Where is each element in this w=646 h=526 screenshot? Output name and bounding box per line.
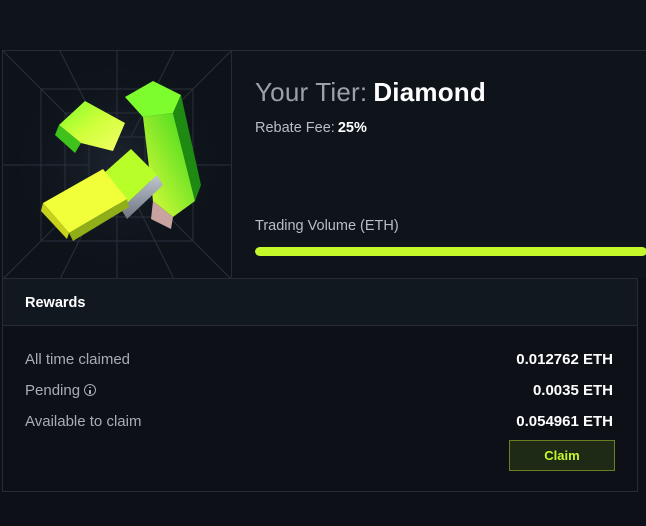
available-to-claim-label: Available to claim <box>25 413 142 430</box>
tier-card: Your Tier: Diamond Rebate Fee: 25% Trading… <box>2 50 646 279</box>
trading-volume-label: Trading Volume (ETH) <box>255 218 399 234</box>
rebate-fee-value: 25% <box>337 120 367 136</box>
tier-name: Diamond <box>373 77 486 107</box>
up-arrow-badge-icon <box>3 51 231 279</box>
all-time-claimed-value: 0.012762 ETH <box>516 351 613 368</box>
rewards-title: Rewards <box>25 295 86 311</box>
trading-volume-progress <box>255 247 646 256</box>
top-strip <box>0 0 646 50</box>
rebate-fee: Rebate Fee: 25% <box>255 120 367 136</box>
info-icon[interactable] <box>84 384 97 396</box>
all-time-claimed-label: All time claimed <box>25 351 131 368</box>
rewards-card: Rewards All time claimed 0.012762 ETH Pe… <box>2 278 638 492</box>
available-to-claim-value: 0.054961 ETH <box>516 413 613 430</box>
tier-title: Your Tier: Diamond <box>255 77 486 108</box>
tier-badge-art <box>3 51 232 279</box>
bottom-strip <box>0 492 646 526</box>
rebate-fee-label: Rebate Fee: <box>255 120 335 136</box>
pending-label-row: Pending <box>25 382 97 399</box>
pending-value: 0.0035 ETH <box>532 382 613 399</box>
claim-button[interactable]: Claim <box>509 440 615 471</box>
rewards-header: Rewards <box>3 279 637 326</box>
tier-title-prefix: Your Tier: <box>255 77 368 107</box>
trading-volume-progress-fill <box>255 247 646 256</box>
pending-label: Pending <box>25 382 81 399</box>
